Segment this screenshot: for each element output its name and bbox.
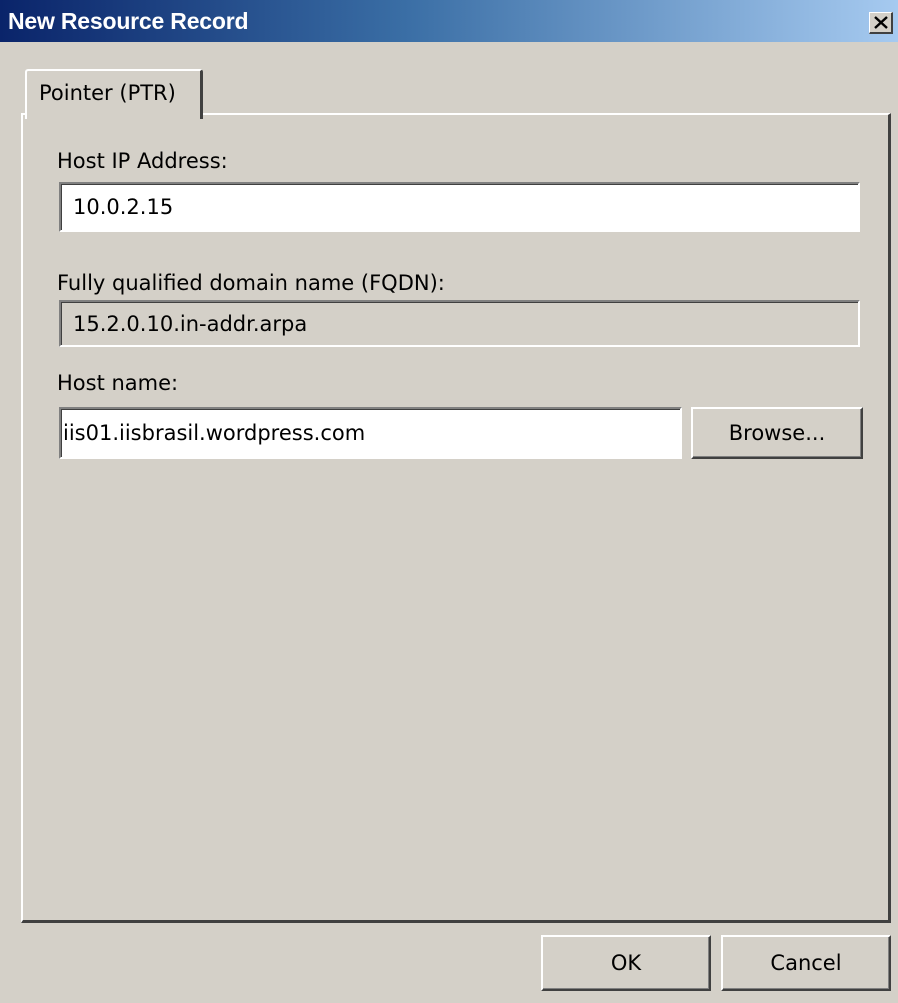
cancel-button[interactable]: Cancel [721,935,891,991]
fqdn-field: 15.2.0.10.in-addr.arpa [59,300,860,347]
host-name-input[interactable]: iis01.iisbrasil.wordpress.com [59,407,682,459]
fqdn-value: 15.2.0.10.in-addr.arpa [73,311,308,336]
tab-panel: Host IP Address: 10.0.2.15 Fully qualifi… [21,113,891,923]
fqdn-label: Fully qualified domain name (FQDN): [57,271,445,295]
host-ip-input[interactable]: 10.0.2.15 [59,182,860,232]
host-ip-label: Host IP Address: [57,149,228,173]
window-title: New Resource Record [8,8,249,34]
tab-pointer-ptr[interactable]: Pointer (PTR) [25,69,203,119]
browse-button[interactable]: Browse... [691,407,863,459]
host-ip-value: 10.0.2.15 [73,195,174,219]
close-button[interactable] [869,12,893,34]
title-bar[interactable]: New Resource Record [0,0,898,42]
dialog-window: New Resource Record Pointer (PTR) Host I… [0,0,898,1003]
host-name-label: Host name: [57,371,179,395]
close-icon [874,16,888,29]
tab-label: Pointer (PTR) [39,81,176,105]
ok-button[interactable]: OK [541,935,711,991]
host-name-value: iis01.iisbrasil.wordpress.com [63,421,366,445]
